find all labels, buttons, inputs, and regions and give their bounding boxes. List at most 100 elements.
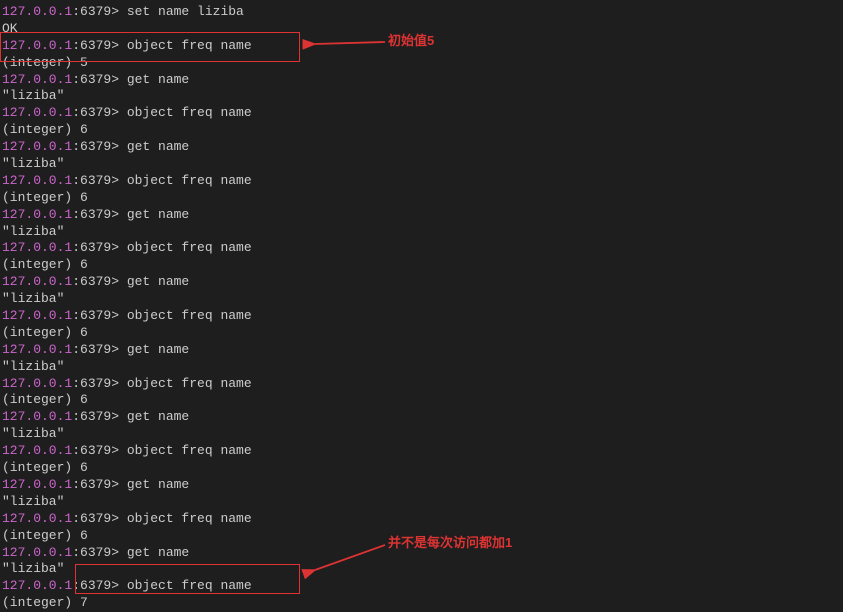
- prompt-port: :6379>: [72, 240, 127, 255]
- output-text: "liziba": [2, 224, 64, 239]
- prompt-port: :6379>: [72, 342, 127, 357]
- terminal-line: 127.0.0.1:6379> get name: [2, 274, 841, 291]
- terminal-line: 127.0.0.1:6379> object freq name: [2, 376, 841, 393]
- terminal-line: "liziba": [2, 494, 841, 511]
- command-text: get name: [127, 274, 189, 289]
- prompt-ip: 127.0.0.1: [2, 308, 72, 323]
- output-text: "liziba": [2, 426, 64, 441]
- terminal-line: 127.0.0.1:6379> object freq name: [2, 240, 841, 257]
- output-text: "liziba": [2, 494, 64, 509]
- terminal-line: (integer) 6: [2, 257, 841, 274]
- terminal-line: "liziba": [2, 359, 841, 376]
- terminal-line: 127.0.0.1:6379> object freq name: [2, 443, 841, 460]
- output-text: (integer) 5: [2, 55, 88, 70]
- output-text: "liziba": [2, 88, 64, 103]
- command-text: object freq name: [127, 240, 252, 255]
- prompt-port: :6379>: [72, 38, 127, 53]
- prompt-port: :6379>: [72, 105, 127, 120]
- terminal-line: 127.0.0.1:6379> get name: [2, 342, 841, 359]
- terminal-line: "liziba": [2, 156, 841, 173]
- terminal-line: (integer) 6: [2, 392, 841, 409]
- command-text: object freq name: [127, 38, 252, 53]
- prompt-ip: 127.0.0.1: [2, 477, 72, 492]
- command-text: get name: [127, 207, 189, 222]
- terminal-line: 127.0.0.1:6379> object freq name: [2, 173, 841, 190]
- terminal-line: 127.0.0.1:6379> object freq name: [2, 105, 841, 122]
- terminal-line: 127.0.0.1:6379> get name: [2, 139, 841, 156]
- terminal-line: (integer) 6: [2, 190, 841, 207]
- output-text: "liziba": [2, 291, 64, 306]
- output-text: (integer) 6: [2, 325, 88, 340]
- prompt-ip: 127.0.0.1: [2, 409, 72, 424]
- output-text: (integer) 7: [2, 595, 88, 610]
- prompt-ip: 127.0.0.1: [2, 274, 72, 289]
- command-text: object freq name: [127, 105, 252, 120]
- output-text: "liziba": [2, 359, 64, 374]
- prompt-ip: 127.0.0.1: [2, 342, 72, 357]
- prompt-ip: 127.0.0.1: [2, 545, 72, 560]
- prompt-port: :6379>: [72, 139, 127, 154]
- command-text: get name: [127, 477, 189, 492]
- terminal-line: "liziba": [2, 561, 841, 578]
- terminal-line: 127.0.0.1:6379> set name liziba: [2, 4, 841, 21]
- prompt-ip: 127.0.0.1: [2, 511, 72, 526]
- command-text: object freq name: [127, 173, 252, 188]
- command-text: object freq name: [127, 578, 252, 593]
- prompt-port: :6379>: [72, 274, 127, 289]
- terminal-line: 127.0.0.1:6379> get name: [2, 207, 841, 224]
- prompt-ip: 127.0.0.1: [2, 4, 72, 19]
- prompt-port: :6379>: [72, 173, 127, 188]
- command-text: object freq name: [127, 511, 252, 526]
- prompt-port: :6379>: [72, 376, 127, 391]
- terminal-line: "liziba": [2, 291, 841, 308]
- output-text: OK: [2, 21, 18, 36]
- output-text: (integer) 6: [2, 460, 88, 475]
- output-text: (integer) 6: [2, 190, 88, 205]
- output-text: (integer) 6: [2, 257, 88, 272]
- prompt-ip: 127.0.0.1: [2, 38, 72, 53]
- prompt-ip: 127.0.0.1: [2, 72, 72, 87]
- output-text: "liziba": [2, 561, 64, 576]
- terminal-line: (integer) 5: [2, 55, 841, 72]
- prompt-port: :6379>: [72, 578, 127, 593]
- terminal-line: "liziba": [2, 88, 841, 105]
- prompt-port: :6379>: [72, 511, 127, 526]
- terminal-line: (integer) 6: [2, 325, 841, 342]
- output-text: (integer) 6: [2, 528, 88, 543]
- terminal-line: (integer) 6: [2, 122, 841, 139]
- command-text: object freq name: [127, 308, 252, 323]
- prompt-port: :6379>: [72, 308, 127, 323]
- command-text: get name: [127, 139, 189, 154]
- prompt-ip: 127.0.0.1: [2, 207, 72, 222]
- terminal-line: 127.0.0.1:6379> get name: [2, 72, 841, 89]
- prompt-port: :6379>: [72, 4, 127, 19]
- command-text: get name: [127, 409, 189, 424]
- prompt-ip: 127.0.0.1: [2, 173, 72, 188]
- terminal-line: 127.0.0.1:6379> object freq name: [2, 38, 841, 55]
- terminal-output[interactable]: 127.0.0.1:6379> set name lizibaOK127.0.0…: [2, 4, 841, 612]
- command-text: set name liziba: [127, 4, 244, 19]
- command-text: get name: [127, 545, 189, 560]
- terminal-line: 127.0.0.1:6379> object freq name: [2, 578, 841, 595]
- prompt-ip: 127.0.0.1: [2, 443, 72, 458]
- terminal-line: "liziba": [2, 224, 841, 241]
- prompt-ip: 127.0.0.1: [2, 578, 72, 593]
- prompt-port: :6379>: [72, 409, 127, 424]
- command-text: get name: [127, 342, 189, 357]
- prompt-ip: 127.0.0.1: [2, 105, 72, 120]
- output-text: "liziba": [2, 156, 64, 171]
- terminal-line: "liziba": [2, 426, 841, 443]
- output-text: (integer) 6: [2, 392, 88, 407]
- terminal-line: 127.0.0.1:6379> get name: [2, 477, 841, 494]
- terminal-line: 127.0.0.1:6379> object freq name: [2, 511, 841, 528]
- prompt-port: :6379>: [72, 72, 127, 87]
- terminal-line: 127.0.0.1:6379> object freq name: [2, 308, 841, 325]
- prompt-port: :6379>: [72, 545, 127, 560]
- terminal-line: 127.0.0.1:6379> get name: [2, 409, 841, 426]
- prompt-port: :6379>: [72, 207, 127, 222]
- terminal-line: (integer) 7: [2, 595, 841, 612]
- prompt-port: :6379>: [72, 443, 127, 458]
- terminal-line: 127.0.0.1:6379> get name: [2, 545, 841, 562]
- command-text: get name: [127, 72, 189, 87]
- prompt-ip: 127.0.0.1: [2, 376, 72, 391]
